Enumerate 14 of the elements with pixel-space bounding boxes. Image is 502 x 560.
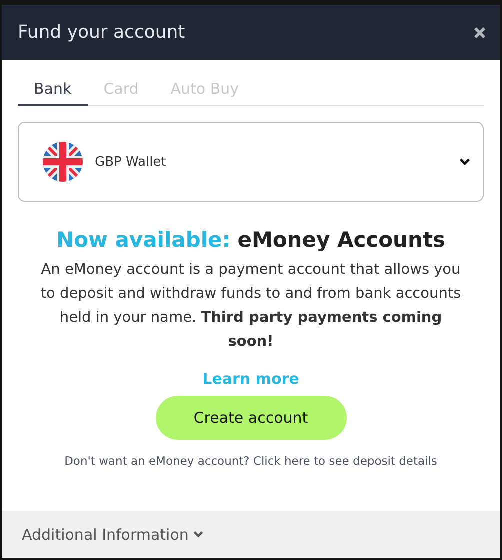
wallet-select[interactable]: GBP Wallet — [18, 122, 484, 202]
create-account-button[interactable]: Create account — [156, 396, 346, 440]
close-icon — [474, 26, 486, 38]
chevron-down-icon — [192, 529, 204, 540]
flag-icon — [43, 142, 83, 182]
headline-prefix: Now available: — [56, 228, 231, 252]
additional-information-toggle[interactable]: Additional Information — [2, 511, 500, 558]
headline-title: eMoney Accounts — [238, 228, 446, 252]
deposit-details-link[interactable]: Don't want an eMoney account? Click here to see deposit details — [64, 454, 438, 468]
close-button[interactable] — [474, 26, 486, 38]
description: An eMoney account is a payment account that allows you to deposit and withdraw funds to and from bank accounts held in your name. Third party payments coming soon! — [40, 261, 462, 352]
window-title: Fund your account — [18, 22, 186, 43]
tab[interactable]: Bank — [18, 76, 88, 106]
chevron-down-icon — [459, 156, 471, 168]
